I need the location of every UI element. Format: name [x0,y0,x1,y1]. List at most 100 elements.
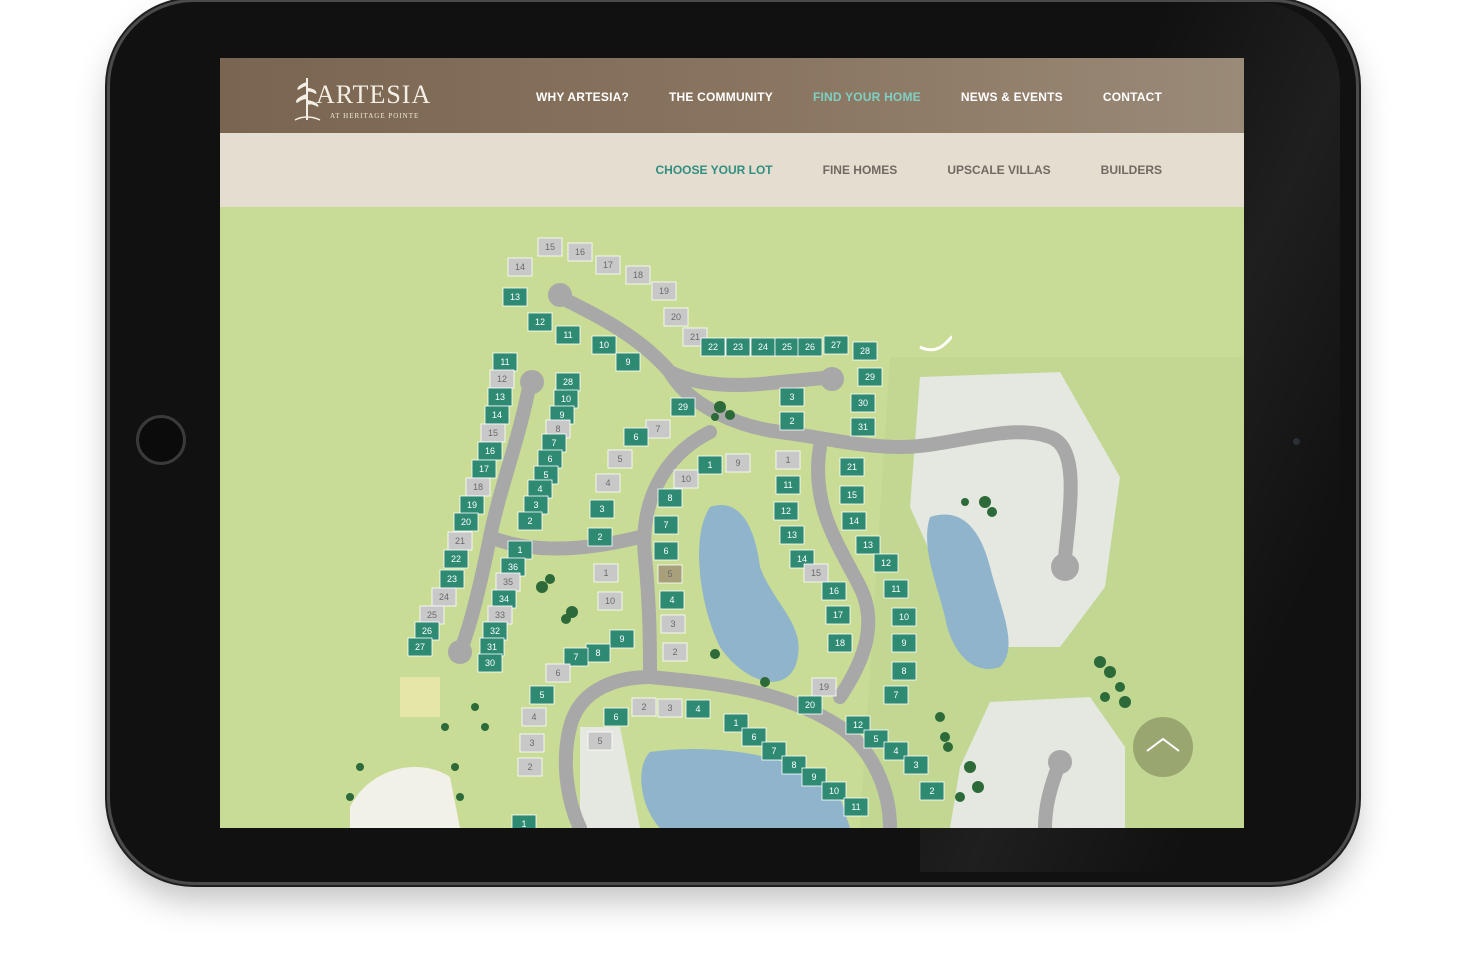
lot-26[interactable]: 26 [414,621,440,641]
lot-14[interactable]: 14 [484,405,510,425]
lot-12[interactable]: 12 [527,312,553,332]
lot-12[interactable]: 12 [873,553,899,573]
lot-11[interactable]: 11 [775,475,801,495]
lot-6[interactable]: 6 [653,541,679,561]
nav-news-events[interactable]: NEWS & EVENTS [961,90,1063,104]
lot-10[interactable]: 10 [673,469,699,489]
lot-4[interactable]: 4 [527,479,553,499]
lot-3[interactable]: 3 [903,755,929,775]
lot-7[interactable]: 7 [645,419,671,439]
lot-18[interactable]: 18 [625,265,651,285]
lot-4[interactable]: 4 [685,699,711,719]
lot-3[interactable]: 3 [523,495,549,515]
lot-19[interactable]: 19 [651,281,677,301]
lot-29[interactable]: 29 [857,367,883,387]
lot-31[interactable]: 31 [479,637,505,657]
lot-7[interactable]: 7 [541,433,567,453]
lot-30[interactable]: 30 [850,393,876,413]
lot-20[interactable]: 20 [453,512,479,532]
lot-21[interactable]: 21 [447,531,473,551]
lot-20[interactable]: 20 [797,695,823,715]
lot-34[interactable]: 34 [491,589,517,609]
lot-10[interactable]: 10 [591,335,617,355]
subnav-choose-your-lot[interactable]: CHOOSE YOUR LOT [656,163,773,177]
lot-3[interactable]: 3 [779,387,805,407]
lot-9[interactable]: 9 [725,453,751,473]
lot-8[interactable]: 8 [657,488,683,508]
lot-22[interactable]: 22 [700,337,726,357]
lot-11[interactable]: 11 [883,579,909,599]
scroll-to-top-button[interactable] [1133,717,1193,777]
lot-20[interactable]: 20 [663,307,689,327]
lot-16[interactable]: 16 [567,242,593,262]
subnav-fine-homes[interactable]: FINE HOMES [823,163,898,177]
lot-2[interactable]: 2 [631,697,657,717]
lot-17[interactable]: 17 [471,459,497,479]
lot-22[interactable]: 22 [443,549,469,569]
subnav-builders[interactable]: BUILDERS [1101,163,1162,177]
lot-10[interactable]: 10 [821,781,847,801]
lot-7[interactable]: 7 [563,647,589,667]
lot-1[interactable]: 1 [775,450,801,470]
lot-4[interactable]: 4 [595,473,621,493]
lot-28[interactable]: 28 [555,372,581,392]
nav-contact[interactable]: CONTACT [1103,90,1162,104]
lot-2[interactable]: 2 [779,411,805,431]
lot-33[interactable]: 33 [487,605,513,625]
lot-8[interactable]: 8 [891,661,917,681]
lot-11[interactable]: 11 [843,797,869,817]
lot-1[interactable]: 1 [697,455,723,475]
lot-10[interactable]: 10 [891,607,917,627]
lot-35[interactable]: 35 [495,572,521,592]
lot-29[interactable]: 29 [670,397,696,417]
lot-28[interactable]: 28 [852,341,878,361]
lot-4[interactable]: 4 [521,707,547,727]
lot-13[interactable]: 13 [855,535,881,555]
lot-1[interactable]: 1 [511,814,537,828]
lot-5[interactable]: 5 [607,449,633,469]
lot-6[interactable]: 6 [623,427,649,447]
lot-2[interactable]: 2 [587,527,613,547]
lot-4[interactable]: 4 [659,590,685,610]
lot-15[interactable]: 15 [480,423,506,443]
lot-7[interactable]: 7 [883,685,909,705]
lot-3[interactable]: 3 [660,614,686,634]
lot-10[interactable]: 10 [553,389,579,409]
lot-11[interactable]: 11 [555,325,581,345]
lot-24[interactable]: 24 [431,587,457,607]
lot-14[interactable]: 14 [507,257,533,277]
lot-15[interactable]: 15 [537,237,563,257]
artesia-logo[interactable]: ARTESIA AT HERITAGE POINTE [292,74,432,126]
lot-12[interactable]: 12 [489,369,515,389]
lot-13[interactable]: 13 [502,287,528,307]
lot-9[interactable]: 9 [609,629,635,649]
nav-the-community[interactable]: THE COMMUNITY [669,90,773,104]
lot-12[interactable]: 12 [773,501,799,521]
lot-2[interactable]: 2 [517,511,543,531]
nav-why-artesia[interactable]: WHY ARTESIA? [536,90,629,104]
lot-16[interactable]: 16 [821,581,847,601]
nav-find-your-home[interactable]: FIND YOUR HOME [813,90,921,104]
lot-2[interactable]: 2 [919,781,945,801]
lot-7[interactable]: 7 [653,515,679,535]
home-button[interactable] [136,415,186,465]
lot-2[interactable]: 2 [662,642,688,662]
lot-1[interactable]: 1 [593,563,619,583]
lot-5[interactable]: 5 [587,731,613,751]
subnav-upscale-villas[interactable]: UPSCALE VILLAS [947,163,1050,177]
lot-6[interactable]: 6 [603,707,629,727]
lot-2[interactable]: 2 [517,757,543,777]
lot-17[interactable]: 17 [595,255,621,275]
lot-8[interactable]: 8 [585,643,611,663]
lot-23[interactable]: 23 [439,569,465,589]
lot-21[interactable]: 21 [839,457,865,477]
lot-5[interactable]: 5 [657,564,683,584]
lot-9[interactable]: 9 [891,633,917,653]
lot-15[interactable]: 15 [839,485,865,505]
lot-24[interactable]: 24 [750,337,776,357]
lot-27[interactable]: 27 [407,637,433,657]
lot-27[interactable]: 27 [823,335,849,355]
lot-6[interactable]: 6 [545,663,571,683]
lot-30[interactable]: 30 [477,653,503,673]
lot-26[interactable]: 26 [797,337,823,357]
